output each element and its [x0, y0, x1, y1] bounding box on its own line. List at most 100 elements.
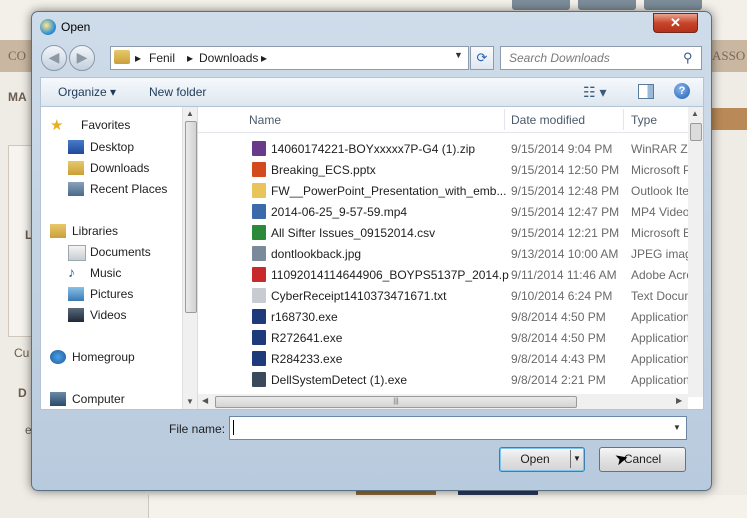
file-name-label: File name:: [169, 422, 226, 436]
nav-label: Homegroup: [72, 350, 135, 364]
nav-label: Videos: [90, 308, 127, 322]
background-label: D: [18, 386, 27, 400]
exe-icon: [252, 372, 266, 387]
breadcrumb-fenil[interactable]: Fenil: [149, 51, 175, 65]
file-row[interactable]: R272641.exe 9/8/2014 4:50 PM Application: [198, 327, 690, 348]
file-row[interactable]: 14060174221-BOYxxxxx7P-G4 (1).zip 9/15/20…: [198, 138, 703, 159]
dialog-title: Open: [61, 20, 91, 34]
background-label: MA: [8, 90, 27, 104]
nav-label: Recent Places: [90, 182, 168, 196]
libraries-icon: [50, 224, 66, 238]
search-icon[interactable]: ⚲: [683, 50, 693, 66]
file-date-modified: 9/13/2014 10:00 AM: [511, 247, 619, 261]
file-row[interactable]: Breaking_ECS.pptx 9/15/2014 12:50 PM Micro…: [198, 159, 703, 180]
file-date-modified: 9/15/2014 12:50 PM: [511, 163, 620, 177]
pptx-icon: [252, 162, 266, 177]
forward-arrow-icon: ▶: [76, 49, 88, 65]
file-name: dontlookback.jpg: [271, 247, 362, 261]
file-type: Application: [631, 310, 690, 324]
browser-app-icon: [40, 19, 56, 35]
background-label: Cu: [14, 346, 30, 360]
background-footer: [148, 495, 747, 518]
navigation-pane: ★ Favorites Desktop Downloads Recent Pla…: [41, 107, 198, 409]
file-type: Application: [631, 352, 690, 366]
column-name[interactable]: Name: [249, 113, 281, 127]
change-view-icon[interactable]: ☷ ▾: [583, 84, 606, 101]
file-name: DellSystemDetect (1).exe: [271, 373, 408, 387]
file-date-modified: 9/15/2014 12:21 PM: [511, 226, 620, 240]
file-row[interactable]: 11092014114644906_BOYPS5137P_2014.pdf 9/1…: [198, 264, 703, 285]
nav-label: Pictures: [90, 287, 134, 301]
open-button[interactable]: Open ▼: [499, 447, 585, 472]
videos-icon: [68, 308, 84, 322]
scrollbar-thumb[interactable]: [690, 123, 702, 141]
file-date-modified: 9/15/2014 12:47 PM: [511, 205, 620, 219]
new-folder-button[interactable]: New folder: [149, 85, 206, 99]
exe-icon: [252, 351, 266, 366]
file-name: FW__PowerPoint_Presentation_with_emb...: [271, 184, 507, 198]
file-row[interactable]: dontlookback.jpg 9/13/2014 10:00 AM JPEG i…: [198, 243, 698, 264]
file-date-modified: 9/11/2014 11:46 AM: [511, 268, 617, 282]
file-date-modified: 9/8/2014 4:43 PM: [511, 352, 606, 366]
file-date-modified: 9/8/2014 2:21 PM: [511, 373, 606, 387]
column-separator[interactable]: [623, 109, 624, 130]
text-file-icon: [252, 288, 266, 303]
preview-pane-icon[interactable]: [638, 84, 654, 99]
breadcrumb-downloads[interactable]: Downloads: [199, 51, 258, 65]
address-separator[interactable]: ▸: [135, 51, 141, 65]
file-name: r168730.exe: [271, 310, 338, 324]
refresh-button[interactable]: ⟳: [470, 46, 494, 70]
file-name: All Sifter Issues_09152014.csv: [271, 226, 436, 240]
address-separator[interactable]: ▸: [261, 51, 267, 65]
file-name-input[interactable]: ▼: [229, 416, 687, 440]
scrollbar-thumb[interactable]: |||: [215, 396, 577, 408]
file-date-modified: 9/10/2014 6:24 PM: [511, 289, 613, 303]
file-name: R284233.exe: [271, 352, 343, 366]
help-icon[interactable]: ?: [674, 83, 690, 99]
nav-scrollbar[interactable]: ▲ ▼: [182, 107, 197, 409]
file-row[interactable]: R284233.exe 9/8/2014 4:43 PM Application: [198, 348, 690, 369]
file-name: 2014-06-25_9-57-59.mp4: [271, 205, 408, 219]
back-button[interactable]: ◀: [41, 45, 67, 71]
forward-button[interactable]: ▶: [69, 45, 95, 71]
scroll-left-icon[interactable]: ◀: [202, 396, 208, 405]
file-row[interactable]: FW__PowerPoint_Presentation_with_emb... 9…: [198, 180, 699, 201]
column-type[interactable]: Type: [631, 113, 657, 127]
organize-button[interactable]: Organize ▾: [58, 85, 116, 99]
scroll-down-icon[interactable]: ▼: [186, 397, 194, 406]
file-date-modified: 9/8/2014 4:50 PM: [511, 310, 606, 324]
address-separator[interactable]: ▸: [187, 51, 193, 65]
address-dropdown-icon[interactable]: ▼: [454, 50, 463, 60]
open-options-dropdown-icon[interactable]: ▼: [573, 448, 581, 470]
scroll-up-icon[interactable]: ▲: [691, 109, 699, 118]
address-bar[interactable]: ▸ Fenil ▸ Downloads ▸ ▼: [110, 46, 469, 70]
column-date-modified[interactable]: Date modified: [511, 113, 585, 127]
file-row[interactable]: r168730.exe 9/8/2014 4:50 PM Application: [198, 306, 690, 327]
file-date-modified: 9/8/2014 4:50 PM: [511, 331, 606, 345]
file-type: Application: [631, 331, 690, 345]
file-list-vertical-scrollbar[interactable]: ▲: [688, 107, 703, 397]
music-icon: ♪: [68, 264, 75, 280]
nav-label: Libraries: [72, 224, 119, 238]
file-date-modified: 9/15/2014 12:48 PM: [511, 184, 620, 198]
search-input[interactable]: Search Downloads ⚲: [500, 46, 702, 70]
file-row[interactable]: CyberReceipt1410373471671.txt 9/10/2014 6…: [198, 285, 703, 306]
scrollbar-thumb[interactable]: [185, 121, 197, 313]
file-name: R272641.exe: [271, 331, 343, 345]
file-name-dropdown-icon[interactable]: ▼: [673, 423, 681, 432]
scroll-right-icon[interactable]: ▶: [676, 396, 682, 405]
background-accent: [708, 108, 747, 130]
background-button: [578, 0, 636, 10]
scroll-up-icon[interactable]: ▲: [186, 109, 194, 118]
file-name: CyberReceipt1410373471671.txt: [271, 289, 447, 303]
file-row[interactable]: DellSystemDetect (1).exe 9/8/2014 2:21 PM…: [198, 369, 690, 390]
nav-label: Downloads: [90, 161, 150, 175]
file-row[interactable]: All Sifter Issues_09152014.csv 9/15/2014 …: [198, 222, 703, 243]
recent-places-icon: [68, 182, 84, 196]
folder-icon: [114, 50, 130, 64]
open-file-dialog: Open ✕ ◀ ▶ ▸ Fenil ▸ Downloads ▸ ▼ ⟳ Sea…: [31, 11, 712, 491]
file-list-horizontal-scrollbar[interactable]: ◀ ||| ▶: [198, 394, 688, 409]
close-button[interactable]: ✕: [653, 13, 698, 33]
column-separator[interactable]: [504, 109, 505, 130]
file-row[interactable]: 2014-06-25_9-57-59.mp4 9/15/2014 12:47 PM…: [198, 201, 689, 222]
